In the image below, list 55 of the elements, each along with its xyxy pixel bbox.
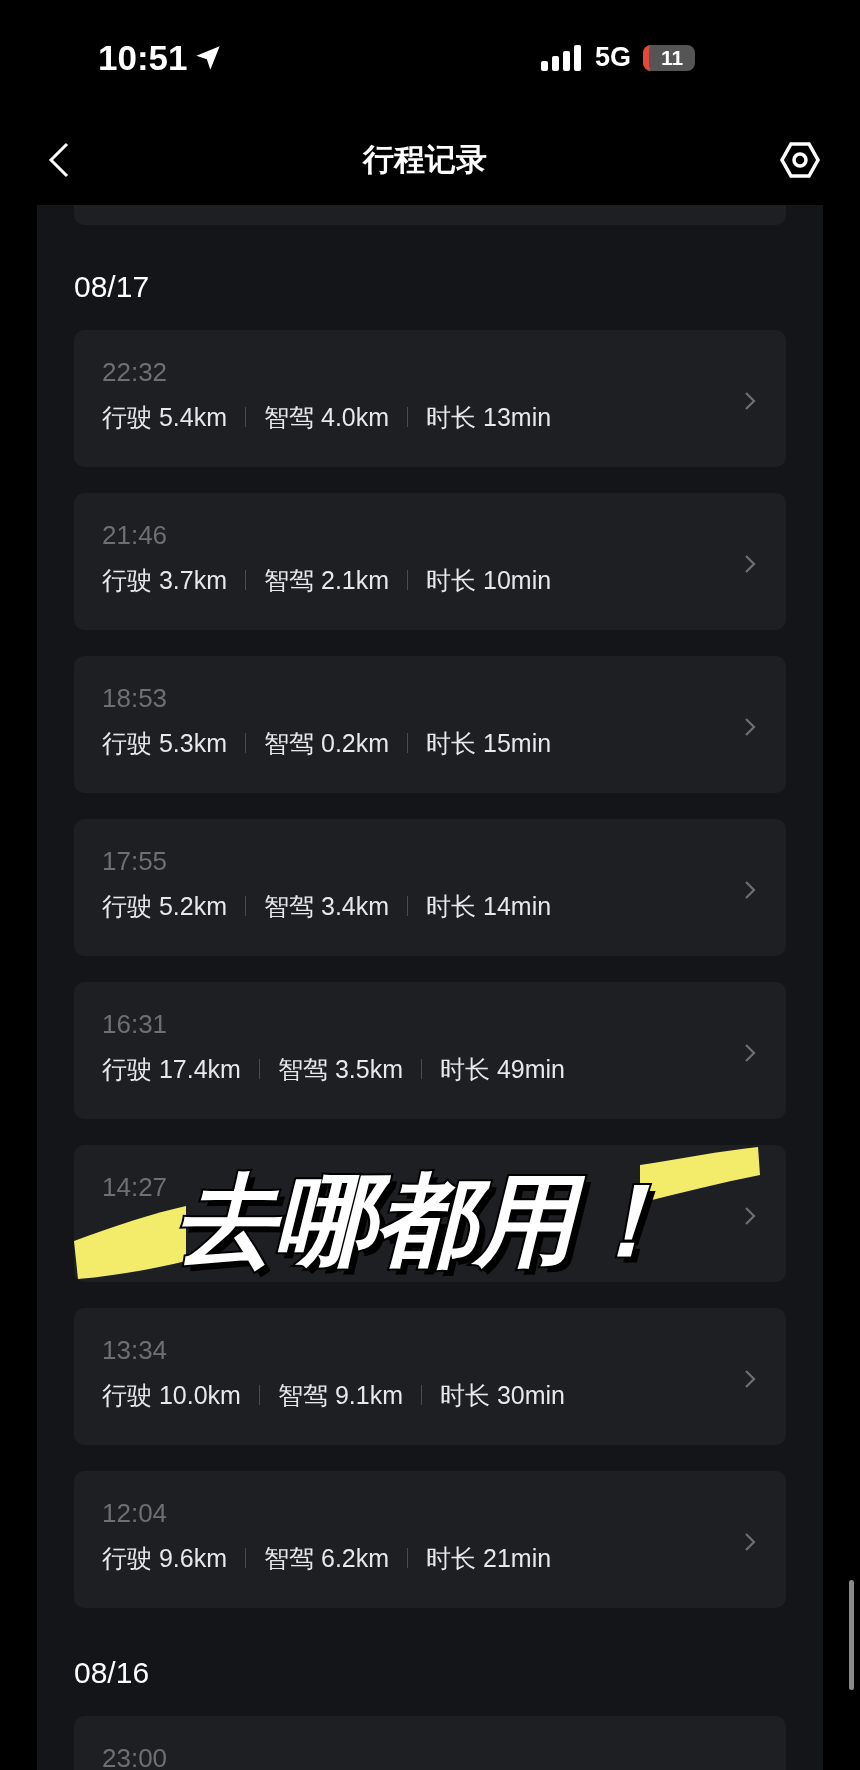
video-caption: 去哪都用！ [175, 1163, 675, 1278]
trip-card[interactable]: 17:55 行驶 5.2km 智驾 3.4km 时长 14min [74, 819, 786, 956]
trip-stat: 智驾 3.4km [264, 891, 390, 921]
chevron-right-icon [744, 391, 756, 411]
trip-stat: 时长 14min [426, 891, 552, 921]
trip-card[interactable]: 16:31 行驶 17.4km 智驾 3.5km 时长 49min [74, 982, 786, 1119]
trip-time: 13:34 [102, 1335, 168, 1365]
network-label: 5G [594, 42, 631, 73]
trip-time: 21:46 [102, 520, 168, 550]
status-time: 10:51 [98, 37, 188, 78]
trip-time: 18:53 [102, 683, 168, 713]
trip-stat: 智驾 3.5km [277, 1054, 403, 1084]
trip-time: 12:04 [102, 1498, 168, 1528]
trip-card[interactable]: 21:46 行驶 3.7km 智驾 2.1km 时长 10min [74, 493, 786, 630]
chevron-right-icon [744, 717, 756, 737]
page-title: 行程记录 [363, 141, 487, 179]
trip-stat: 行驶 5.4km [102, 402, 228, 432]
trip-card[interactable]: 22:32 行驶 5.4km 智驾 4.0km 时长 13min [74, 330, 786, 467]
trip-stat: 行驶 3.7km [102, 565, 228, 595]
trip-time: 16:31 [102, 1009, 168, 1039]
trip-stat: 时长 21min [426, 1543, 552, 1573]
chevron-right-icon [744, 1532, 756, 1552]
chevron-right-icon [744, 554, 756, 574]
signal-icon [540, 44, 583, 71]
trip-card[interactable]: 18:53 行驶 5.3km 智驾 0.2km 时长 15min [74, 656, 786, 793]
trip-time: 23:00 [102, 1743, 168, 1770]
date-heading: 08/16 [74, 1656, 150, 1689]
trip-stat: 智驾 2.1km [264, 565, 390, 595]
chevron-right-icon [744, 1369, 756, 1389]
trip-stat: 时长 49min [440, 1054, 566, 1084]
trip-stat: 智驾 6.2km [264, 1543, 390, 1573]
trip-stat: 行驶 9.6km [102, 1543, 228, 1573]
chevron-right-icon [744, 1043, 756, 1063]
trip-stat: 智驾 0.2km [264, 728, 390, 758]
back-icon[interactable] [48, 141, 70, 179]
trip-time: 22:32 [102, 357, 168, 387]
chevron-right-icon [744, 880, 756, 900]
trip-stat: 行驶 17.4km [102, 1054, 241, 1084]
trip-stat: 行驶 5.3km [102, 728, 228, 758]
trip-card[interactable]: 13:34 行驶 10.0km 智驾 9.1km 时长 30min [74, 1308, 786, 1445]
trip-stat: 行驶 10.0km [102, 1380, 241, 1410]
trip-stat: 智驾 9.1km [277, 1380, 403, 1410]
trip-card[interactable]: 12:04 行驶 9.6km 智驾 6.2km 时长 21min [74, 1471, 786, 1608]
trip-stat: 时长 10min [426, 565, 552, 595]
trip-stat: 智驾 4.0km [264, 402, 390, 432]
battery-indicator: 11 [643, 44, 695, 71]
date-heading: 08/17 [74, 270, 150, 303]
trip-stat: 时长 15min [426, 728, 552, 758]
trip-time: 17:55 [102, 846, 168, 876]
settings-icon[interactable] [780, 140, 820, 180]
chevron-right-icon [744, 1206, 756, 1226]
trip-stat: 时长 13min [426, 402, 552, 432]
trip-stat: 行驶 5.2km [102, 891, 228, 921]
trip-time: 14:27 [102, 1172, 168, 1202]
trip-stat: 时长 30min [440, 1380, 566, 1410]
